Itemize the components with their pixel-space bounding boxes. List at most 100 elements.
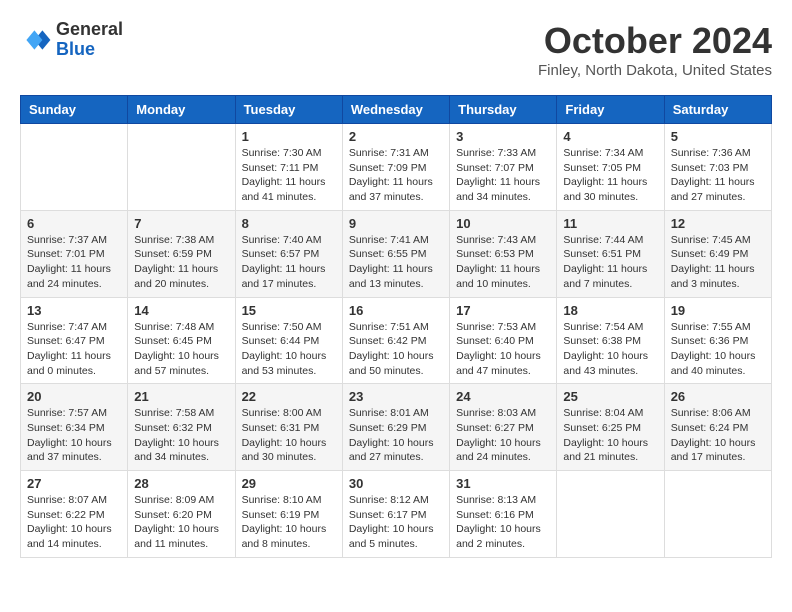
- day-info: Sunrise: 8:00 AM Sunset: 6:31 PM Dayligh…: [242, 406, 336, 465]
- day-of-week-header: Friday: [557, 96, 664, 124]
- day-info: Sunrise: 7:45 AM Sunset: 6:49 PM Dayligh…: [671, 233, 765, 292]
- day-info: Sunrise: 8:06 AM Sunset: 6:24 PM Dayligh…: [671, 406, 765, 465]
- calendar-cell: 8 Sunrise: 7:40 AM Sunset: 6:57 PM Daylig…: [235, 210, 342, 297]
- day-info: Sunrise: 7:43 AM Sunset: 6:53 PM Dayligh…: [456, 233, 550, 292]
- day-number: 26: [671, 389, 765, 404]
- calendar-cell: 16 Sunrise: 7:51 AM Sunset: 6:42 PM Dayli…: [342, 297, 449, 384]
- day-info: Sunrise: 7:57 AM Sunset: 6:34 PM Dayligh…: [27, 406, 121, 465]
- calendar-cell: 29 Sunrise: 8:10 AM Sunset: 6:19 PM Dayli…: [235, 471, 342, 558]
- day-number: 12: [671, 216, 765, 231]
- calendar-cell: 22 Sunrise: 8:00 AM Sunset: 6:31 PM Dayli…: [235, 384, 342, 471]
- day-info: Sunrise: 7:51 AM Sunset: 6:42 PM Dayligh…: [349, 320, 443, 379]
- day-number: 4: [563, 129, 657, 144]
- calendar-table: SundayMondayTuesdayWednesdayThursdayFrid…: [20, 95, 772, 558]
- calendar-cell: 28Sunrise: 8:09 AM Sunset: 6:20 PM Dayli…: [128, 471, 235, 558]
- calendar-week-row: 27 Sunrise: 8:07 AM Sunset: 6:22 PM Dayli…: [21, 471, 772, 558]
- calendar-cell: 2 Sunrise: 7:31 AM Sunset: 7:09 PM Daylig…: [342, 124, 449, 211]
- day-number: 21: [134, 389, 228, 404]
- day-info: Sunrise: 7:31 AM Sunset: 7:09 PM Dayligh…: [349, 146, 443, 205]
- day-number: 15: [242, 303, 336, 318]
- day-info: Sunrise: 7:36 AM Sunset: 7:03 PM Dayligh…: [671, 146, 765, 205]
- calendar-cell: 1 Sunrise: 7:30 AM Sunset: 7:11 PM Daylig…: [235, 124, 342, 211]
- title-block: October 2024 Finley, North Dakota, Unite…: [538, 20, 772, 79]
- day-number: 27: [27, 476, 121, 491]
- day-number: 11: [563, 216, 657, 231]
- day-number: 25: [563, 389, 657, 404]
- calendar-cell: 19Sunrise: 7:55 AM Sunset: 6:36 PM Dayli…: [664, 297, 771, 384]
- day-info: Sunrise: 7:41 AM Sunset: 6:55 PM Dayligh…: [349, 233, 443, 292]
- day-number: 1: [242, 129, 336, 144]
- day-info: Sunrise: 8:03 AM Sunset: 6:27 PM Dayligh…: [456, 406, 550, 465]
- calendar-cell: 12 Sunrise: 7:45 AM Sunset: 6:49 PM Dayli…: [664, 210, 771, 297]
- day-number: 2: [349, 129, 443, 144]
- day-info: Sunrise: 8:04 AM Sunset: 6:25 PM Dayligh…: [563, 406, 657, 465]
- logo-text: General Blue: [56, 20, 123, 60]
- day-number: 16: [349, 303, 443, 318]
- day-number: 23: [349, 389, 443, 404]
- logo-icon: [20, 24, 52, 56]
- day-of-week-header: Tuesday: [235, 96, 342, 124]
- day-info: Sunrise: 7:50 AM Sunset: 6:44 PM Dayligh…: [242, 320, 336, 379]
- day-number: 7: [134, 216, 228, 231]
- calendar-week-row: 13Sunrise: 7:47 AM Sunset: 6:47 PM Dayli…: [21, 297, 772, 384]
- day-info: Sunrise: 7:40 AM Sunset: 6:57 PM Dayligh…: [242, 233, 336, 292]
- day-info: Sunrise: 8:07 AM Sunset: 6:22 PM Dayligh…: [27, 493, 121, 552]
- calendar-week-row: 1 Sunrise: 7:30 AM Sunset: 7:11 PM Daylig…: [21, 124, 772, 211]
- day-number: 24: [456, 389, 550, 404]
- calendar-cell: [557, 471, 664, 558]
- calendar-cell: 25 Sunrise: 8:04 AM Sunset: 6:25 PM Dayli…: [557, 384, 664, 471]
- calendar-cell: 9 Sunrise: 7:41 AM Sunset: 6:55 PM Daylig…: [342, 210, 449, 297]
- calendar-cell: [128, 124, 235, 211]
- day-of-week-header: Monday: [128, 96, 235, 124]
- calendar-week-row: 6 Sunrise: 7:37 AM Sunset: 7:01 PM Daylig…: [21, 210, 772, 297]
- day-of-week-header: Sunday: [21, 96, 128, 124]
- day-info: Sunrise: 7:48 AM Sunset: 6:45 PM Dayligh…: [134, 320, 228, 379]
- logo: General Blue: [20, 20, 123, 60]
- calendar-cell: 24 Sunrise: 8:03 AM Sunset: 6:27 PM Dayli…: [450, 384, 557, 471]
- day-number: 22: [242, 389, 336, 404]
- location-text: Finley, North Dakota, United States: [538, 62, 772, 79]
- calendar-cell: 27 Sunrise: 8:07 AM Sunset: 6:22 PM Dayli…: [21, 471, 128, 558]
- day-number: 31: [456, 476, 550, 491]
- day-number: 29: [242, 476, 336, 491]
- day-info: Sunrise: 7:34 AM Sunset: 7:05 PM Dayligh…: [563, 146, 657, 205]
- calendar-cell: 10 Sunrise: 7:43 AM Sunset: 6:53 PM Dayli…: [450, 210, 557, 297]
- day-number: 18: [563, 303, 657, 318]
- calendar-cell: 20 Sunrise: 7:57 AM Sunset: 6:34 PM Dayli…: [21, 384, 128, 471]
- day-info: Sunrise: 7:37 AM Sunset: 7:01 PM Dayligh…: [27, 233, 121, 292]
- logo-blue-text: Blue: [56, 40, 123, 60]
- calendar-cell: 5 Sunrise: 7:36 AM Sunset: 7:03 PM Daylig…: [664, 124, 771, 211]
- day-number: 6: [27, 216, 121, 231]
- calendar-cell: 21 Sunrise: 7:58 AM Sunset: 6:32 PM Dayli…: [128, 384, 235, 471]
- day-number: 8: [242, 216, 336, 231]
- day-info: Sunrise: 7:53 AM Sunset: 6:40 PM Dayligh…: [456, 320, 550, 379]
- calendar-cell: 15 Sunrise: 7:50 AM Sunset: 6:44 PM Dayli…: [235, 297, 342, 384]
- day-info: Sunrise: 7:55 AM Sunset: 6:36 PM Dayligh…: [671, 320, 765, 379]
- day-number: 5: [671, 129, 765, 144]
- day-of-week-header: Thursday: [450, 96, 557, 124]
- calendar-cell: 26 Sunrise: 8:06 AM Sunset: 6:24 PM Dayli…: [664, 384, 771, 471]
- day-number: 9: [349, 216, 443, 231]
- calendar-cell: 30Sunrise: 8:12 AM Sunset: 6:17 PM Dayli…: [342, 471, 449, 558]
- day-number: 10: [456, 216, 550, 231]
- page-header: General Blue October 2024 Finley, North …: [20, 20, 772, 79]
- day-info: Sunrise: 8:13 AM Sunset: 6:16 PM Dayligh…: [456, 493, 550, 552]
- calendar-cell: 6 Sunrise: 7:37 AM Sunset: 7:01 PM Daylig…: [21, 210, 128, 297]
- day-number: 3: [456, 129, 550, 144]
- calendar-cell: 3Sunrise: 7:33 AM Sunset: 7:07 PM Daylig…: [450, 124, 557, 211]
- calendar-cell: 7Sunrise: 7:38 AM Sunset: 6:59 PM Daylig…: [128, 210, 235, 297]
- calendar-header-row: SundayMondayTuesdayWednesdayThursdayFrid…: [21, 96, 772, 124]
- calendar-cell: 13Sunrise: 7:47 AM Sunset: 6:47 PM Dayli…: [21, 297, 128, 384]
- day-info: Sunrise: 7:54 AM Sunset: 6:38 PM Dayligh…: [563, 320, 657, 379]
- day-info: Sunrise: 7:30 AM Sunset: 7:11 PM Dayligh…: [242, 146, 336, 205]
- day-info: Sunrise: 8:10 AM Sunset: 6:19 PM Dayligh…: [242, 493, 336, 552]
- day-of-week-header: Saturday: [664, 96, 771, 124]
- calendar-cell: 11Sunrise: 7:44 AM Sunset: 6:51 PM Dayli…: [557, 210, 664, 297]
- calendar-cell: 31 Sunrise: 8:13 AM Sunset: 6:16 PM Dayli…: [450, 471, 557, 558]
- day-info: Sunrise: 7:58 AM Sunset: 6:32 PM Dayligh…: [134, 406, 228, 465]
- day-info: Sunrise: 8:09 AM Sunset: 6:20 PM Dayligh…: [134, 493, 228, 552]
- calendar-cell: 18 Sunrise: 7:54 AM Sunset: 6:38 PM Dayli…: [557, 297, 664, 384]
- day-number: 17: [456, 303, 550, 318]
- day-number: 13: [27, 303, 121, 318]
- day-number: 20: [27, 389, 121, 404]
